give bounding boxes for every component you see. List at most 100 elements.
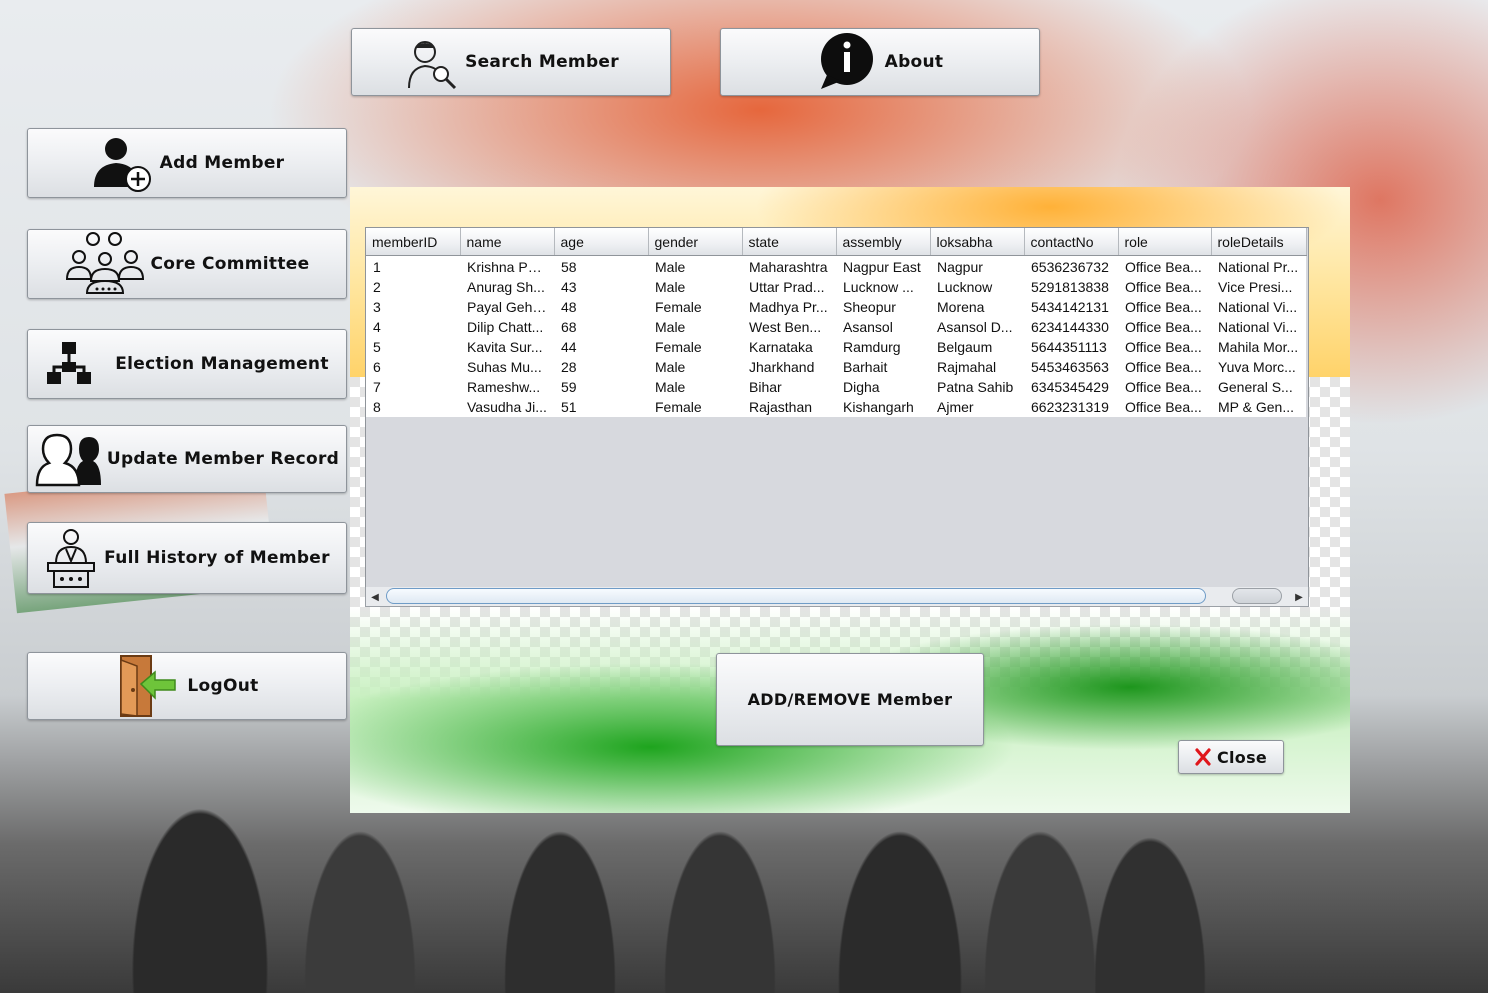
table-cell-name: Krishna Pa... <box>460 255 554 277</box>
scroll-thumb[interactable] <box>386 588 1206 604</box>
table-cell-assembly: Barhait <box>836 357 930 377</box>
table-cell-state: Maharashtra <box>742 255 836 277</box>
sidebar-item-label: LogOut <box>187 676 259 696</box>
table-row[interactable]: 1 Krishna Pa... 58 Male Maharashtra Nagpur Ea… <box>366 255 1306 277</box>
table-cell-name: Kavita Sur... <box>460 337 554 357</box>
table-cell-age: 59 <box>554 377 648 397</box>
add-remove-member-button[interactable]: ADD/REMOVE Member <box>716 653 984 746</box>
logout-button[interactable]: LogOut <box>27 652 347 720</box>
table-cell-roleDetails: Yuva Morc... <box>1211 357 1306 377</box>
table-cell-contactNo: 5453463563 <box>1024 357 1118 377</box>
sidebar-item-label: Election Management <box>115 354 329 374</box>
column-header[interactable]: role <box>1118 228 1212 256</box>
table-cell-memberID: 5 <box>366 337 460 357</box>
table-cell-role: Office Bea... <box>1118 377 1211 397</box>
sidebar-item-label: Update Member Record <box>106 449 340 469</box>
table-cell-assembly: Asansol <box>836 317 930 337</box>
table-cell-age: 44 <box>554 337 648 357</box>
column-header[interactable]: memberID <box>366 228 461 256</box>
table-cell-age: 28 <box>554 357 648 377</box>
table-cell-role: Office Bea... <box>1118 277 1211 297</box>
table-cell-name: Suhas Mu... <box>460 357 554 377</box>
table-row[interactable]: 8 Vasudha Ji... 51 Female Rajasthan Kishangar… <box>366 397 1306 417</box>
close-label: Close <box>1216 747 1268 767</box>
table-cell-name: Dilip Chatt... <box>460 317 554 337</box>
hierarchy-icon <box>45 340 93 388</box>
table-cell-loksabha: Patna Sahib <box>930 377 1024 397</box>
column-header[interactable]: name <box>460 228 555 256</box>
table-cell-role: Office Bea... <box>1118 255 1211 277</box>
table-cell-contactNo: 5434142131 <box>1024 297 1118 317</box>
table-cell-memberID: 6 <box>366 357 460 377</box>
table-cell-gender: Female <box>648 297 742 317</box>
table-cell-role: Office Bea... <box>1118 317 1211 337</box>
table-cell-roleDetails: General S... <box>1211 377 1306 397</box>
table-cell-age: 68 <box>554 317 648 337</box>
speaker-podium-icon <box>44 527 98 589</box>
table-cell-contactNo: 6536236732 <box>1024 255 1118 277</box>
table-row[interactable]: 2 Anurag Sh... 43 Male Uttar Prad... Lucknow … <box>366 277 1306 297</box>
table-cell-role: Office Bea... <box>1118 397 1211 417</box>
table-cell-roleDetails: Mahila Mor... <box>1211 337 1306 357</box>
logout-door-icon <box>115 654 181 718</box>
sidebar-item-label: Full History of Member <box>104 548 330 568</box>
table-cell-loksabha: Asansol D... <box>930 317 1024 337</box>
sidebar-item-add-member[interactable]: Add Member <box>27 128 347 198</box>
users-icon <box>35 431 101 487</box>
table-cell-age: 48 <box>554 297 648 317</box>
table-cell-role: Office Bea... <box>1118 357 1211 377</box>
table-cell-loksabha: Belgaum <box>930 337 1024 357</box>
table-row[interactable]: 5 Kavita Sur... 44 Female Karnataka Ramdurg Be… <box>366 337 1306 357</box>
table-cell-memberID: 7 <box>366 377 460 397</box>
table-cell-loksabha: Rajmahal <box>930 357 1024 377</box>
table-cell-assembly: Nagpur East <box>836 255 930 277</box>
search-member-button[interactable]: Search Member <box>351 28 671 96</box>
column-header[interactable]: assembly <box>836 228 931 256</box>
table-cell-roleDetails: National Vi... <box>1211 297 1306 317</box>
table-cell-state: West Ben... <box>742 317 836 337</box>
table-cell-contactNo: 5644351113 <box>1024 337 1118 357</box>
scroll-left-icon[interactable]: ◀ <box>368 590 382 604</box>
table-cell-role: Office Bea... <box>1118 297 1211 317</box>
column-header[interactable]: roleDetails <box>1211 228 1307 256</box>
table-cell-state: Madhya Pr... <box>742 297 836 317</box>
table-cell-name: Payal Gehl... <box>460 297 554 317</box>
sidebar-item-update-member-record[interactable]: Update Member Record <box>27 425 347 493</box>
table-cell-assembly: Digha <box>836 377 930 397</box>
column-header[interactable]: age <box>554 228 649 256</box>
table-cell-memberID: 4 <box>366 317 460 337</box>
member-table[interactable]: memberID name age gender state assembly … <box>365 227 1309 607</box>
table-cell-gender: Male <box>648 357 742 377</box>
sidebar-item-full-history[interactable]: Full History of Member <box>27 522 347 594</box>
table-cell-gender: Male <box>648 317 742 337</box>
column-header[interactable]: state <box>742 228 837 256</box>
table-cell-memberID: 1 <box>366 255 460 277</box>
table-row[interactable]: 6 Suhas Mu... 28 Male Jharkhand Barhait Rajmah… <box>366 357 1306 377</box>
sidebar-item-core-committee[interactable]: Core Committee <box>27 229 347 299</box>
column-header[interactable]: gender <box>648 228 743 256</box>
committee-icon <box>65 231 145 297</box>
sidebar-item-label: Add Member <box>159 153 285 173</box>
table-cell-state: Karnataka <box>742 337 836 357</box>
table-cell-gender: Female <box>648 397 742 417</box>
add-remove-member-label: ADD/REMOVE Member <box>747 690 953 709</box>
column-header[interactable]: loksabha <box>930 228 1025 256</box>
info-icon <box>817 31 879 93</box>
table-row[interactable]: 4 Dilip Chatt... 68 Male West Ben... Asansol A… <box>366 317 1306 337</box>
table-cell-memberID: 3 <box>366 297 460 317</box>
horizontal-scrollbar[interactable]: ◀ ▶ <box>365 587 1309 607</box>
table-cell-contactNo: 6234144330 <box>1024 317 1118 337</box>
column-header[interactable]: contactNo <box>1024 228 1119 256</box>
table-row[interactable]: 7 Rameshw... 59 Male Bihar Digha Patna Sahib 63… <box>366 377 1306 397</box>
table-cell-age: 51 <box>554 397 648 417</box>
about-button[interactable]: About <box>720 28 1040 96</box>
table-cell-memberID: 2 <box>366 277 460 297</box>
close-button[interactable]: Close <box>1178 740 1284 774</box>
table-cell-contactNo: 6345345429 <box>1024 377 1118 397</box>
scroll-right-icon[interactable]: ▶ <box>1292 590 1306 604</box>
table-row[interactable]: 3 Payal Gehl... 48 Female Madhya Pr... Sheopu… <box>366 297 1306 317</box>
table-cell-name: Anurag Sh... <box>460 277 554 297</box>
table-cell-role: Office Bea... <box>1118 337 1211 357</box>
sidebar-item-election-management[interactable]: Election Management <box>27 329 347 399</box>
table-cell-memberID: 8 <box>366 397 460 417</box>
